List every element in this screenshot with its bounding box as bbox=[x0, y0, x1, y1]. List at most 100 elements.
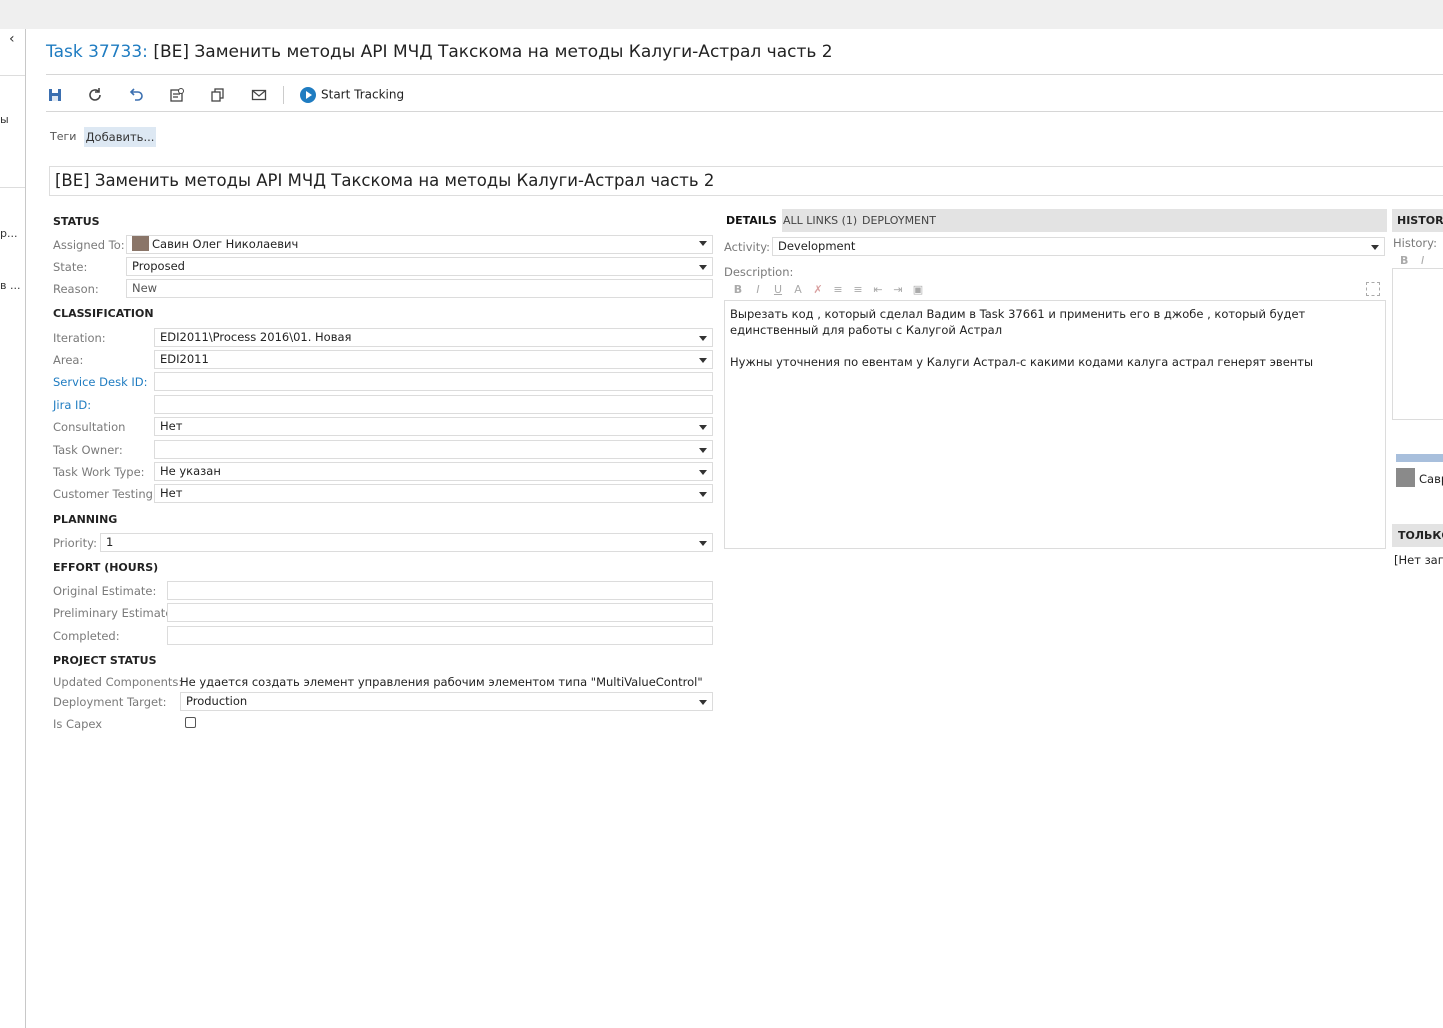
refresh-icon[interactable] bbox=[86, 87, 104, 105]
area-value: EDI2011 bbox=[160, 352, 209, 366]
template-icon[interactable] bbox=[168, 87, 186, 105]
updated-components-label: Updated Components: bbox=[53, 675, 183, 689]
state-dropdown[interactable]: Proposed bbox=[126, 257, 713, 276]
chevron-down-icon bbox=[699, 541, 707, 546]
assigned-to-dropdown[interactable]: Савин Олег Николаевич bbox=[126, 235, 713, 254]
add-tag-button[interactable]: Добавить... bbox=[84, 127, 156, 147]
history-bold-icon[interactable]: B bbox=[1400, 254, 1408, 267]
priority-dropdown[interactable]: 1 bbox=[100, 533, 713, 552]
priority-label: Priority: bbox=[53, 536, 97, 550]
deployment-target-value: Production bbox=[186, 694, 248, 708]
jira-id-link[interactable]: Jira ID: bbox=[53, 398, 91, 412]
area-dropdown[interactable]: EDI2011 bbox=[154, 350, 713, 369]
customer-testing-dropdown[interactable]: Нет bbox=[154, 484, 713, 503]
activity-dropdown[interactable]: Development bbox=[772, 237, 1385, 256]
history-tab[interactable]: HISTORY bbox=[1392, 209, 1443, 232]
maximize-icon[interactable] bbox=[1366, 282, 1380, 296]
history-editor[interactable] bbox=[1392, 268, 1443, 420]
toolbar-divider bbox=[46, 111, 1443, 112]
user-icon bbox=[1396, 468, 1415, 487]
original-estimate-input[interactable] bbox=[167, 581, 713, 600]
chevron-down-icon bbox=[699, 492, 707, 497]
service-desk-id-link[interactable]: Service Desk ID: bbox=[53, 375, 148, 389]
task-work-type-dropdown[interactable]: Не указан bbox=[154, 462, 713, 481]
tab-deployment[interactable]: DEPLOYMENT bbox=[862, 209, 936, 232]
iteration-dropdown[interactable]: EDI2011\Process 2016\01. Новая bbox=[154, 328, 713, 347]
completed-input[interactable] bbox=[167, 626, 713, 645]
chevron-down-icon bbox=[699, 336, 707, 341]
consultation-label: Consultation bbox=[53, 420, 126, 434]
email-icon[interactable] bbox=[250, 87, 268, 105]
classification-heading: CLASSIFICATION bbox=[53, 307, 154, 320]
chevron-down-icon bbox=[699, 470, 707, 475]
description-editor[interactable]: Вырезать код , который сделал Вадим в Ta… bbox=[724, 300, 1386, 549]
italic-icon[interactable]: I bbox=[748, 283, 768, 296]
history-italic-icon[interactable]: I bbox=[1421, 254, 1424, 267]
assigned-to-value: Савин Олег Николаевич bbox=[152, 237, 299, 251]
history-bar bbox=[1396, 454, 1443, 462]
work-item-title-bar: Task 37733: [BE] Заменить методы API МЧД… bbox=[46, 42, 833, 62]
tab-all-links[interactable]: ALL LINKS (1) bbox=[783, 209, 857, 232]
chevron-down-icon bbox=[699, 700, 707, 705]
priority-value: 1 bbox=[106, 535, 114, 549]
task-owner-dropdown[interactable] bbox=[154, 440, 713, 459]
start-tracking-button[interactable]: Start Tracking bbox=[300, 87, 404, 103]
left-fragment-1[interactable]: ы bbox=[0, 113, 9, 126]
task-work-type-label: Task Work Type: bbox=[53, 465, 145, 479]
underline-icon[interactable]: U bbox=[768, 283, 788, 296]
numbered-list-icon[interactable]: ≡ bbox=[848, 283, 868, 296]
activity-value: Development bbox=[778, 239, 856, 253]
left-fragment-2[interactable]: р... bbox=[0, 227, 17, 240]
tags-label: Теги bbox=[50, 130, 77, 143]
deployment-target-dropdown[interactable]: Production bbox=[180, 692, 713, 711]
bold-icon[interactable]: B bbox=[728, 283, 748, 296]
only-filter-tab[interactable]: ТОЛЬКО bbox=[1392, 524, 1443, 547]
save-icon[interactable] bbox=[46, 87, 64, 105]
status-heading: STATUS bbox=[53, 215, 100, 228]
no-records-text: [Нет запи bbox=[1394, 553, 1443, 567]
chevron-down-icon bbox=[699, 241, 707, 246]
title-field[interactable]: [BE] Заменить методы API МЧД Такскома на… bbox=[49, 166, 1443, 196]
left-fragment-3[interactable]: в ... bbox=[0, 279, 20, 292]
collapse-panel-icon[interactable]: ‹ bbox=[9, 31, 15, 47]
outdent-icon[interactable]: ⇤ bbox=[868, 283, 888, 296]
service-desk-id-input[interactable] bbox=[154, 372, 713, 391]
left-collapsed-panel: ‹ ы р... в ... bbox=[0, 29, 26, 1028]
copy-icon[interactable] bbox=[209, 87, 227, 105]
is-capex-checkbox[interactable] bbox=[185, 717, 196, 728]
preliminary-estimate-input[interactable] bbox=[167, 603, 713, 622]
state-value: Proposed bbox=[132, 259, 185, 273]
history-label: History: bbox=[1393, 236, 1437, 250]
is-capex-label: Is Capex bbox=[53, 717, 103, 731]
iteration-label: Iteration: bbox=[53, 331, 106, 345]
left-divider bbox=[0, 187, 25, 188]
chevron-down-icon bbox=[1371, 245, 1379, 250]
deployment-target-label: Deployment Target: bbox=[53, 695, 167, 709]
highlight-icon[interactable]: A bbox=[788, 283, 808, 296]
state-label: State: bbox=[53, 260, 88, 274]
undo-icon[interactable] bbox=[127, 87, 145, 105]
tab-details[interactable]: DETAILS bbox=[721, 209, 782, 232]
description-label: Description: bbox=[724, 265, 794, 279]
jira-id-input[interactable] bbox=[154, 395, 713, 414]
chevron-down-icon bbox=[699, 425, 707, 430]
details-tab-bar: DETAILS ALL LINKS (1) DEPLOYMENT bbox=[721, 209, 1387, 232]
area-label: Area: bbox=[53, 353, 84, 367]
iteration-value: EDI2011\Process 2016\01. Новая bbox=[160, 330, 352, 344]
reason-field[interactable]: New bbox=[126, 279, 713, 298]
browser-top-band bbox=[0, 0, 1443, 29]
reason-label: Reason: bbox=[53, 282, 99, 296]
indent-icon[interactable]: ⇥ bbox=[888, 283, 908, 296]
task-id-link[interactable]: Task 37733: bbox=[46, 42, 148, 62]
assigned-to-label: Assigned To: bbox=[53, 238, 125, 252]
start-tracking-label: Start Tracking bbox=[321, 87, 405, 102]
bullet-list-icon[interactable]: ≡ bbox=[828, 283, 848, 296]
effort-heading: EFFORT (HOURS) bbox=[53, 561, 159, 574]
consultation-dropdown[interactable]: Нет bbox=[154, 417, 713, 436]
task-work-type-value: Не указан bbox=[160, 464, 221, 478]
description-line: Нужны уточнения по евентам у Калуги Астр… bbox=[730, 355, 1314, 369]
original-estimate-label: Original Estimate: bbox=[53, 584, 157, 598]
left-divider bbox=[0, 75, 25, 76]
clear-format-icon[interactable]: ✗ bbox=[808, 283, 828, 296]
insert-image-icon[interactable]: ▣ bbox=[908, 283, 928, 296]
